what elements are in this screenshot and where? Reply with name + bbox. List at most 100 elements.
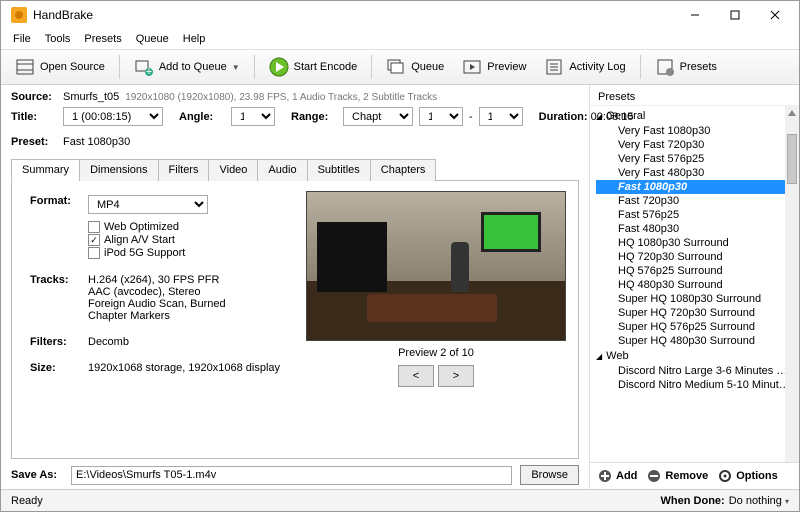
source-label: Source: [11,91,57,103]
when-done-select[interactable]: Do nothing ▾ [729,495,789,507]
maximize-button[interactable] [715,1,755,29]
tab-filters[interactable]: Filters [158,159,210,181]
size-value: 1920x1068 storage, 1920x1068 display [84,352,284,376]
preset-item[interactable]: Super HQ 720p30 Surround [596,306,793,320]
scrollbar[interactable] [785,106,799,462]
preset-item[interactable]: Very Fast 720p30 [596,138,793,152]
browse-button[interactable]: Browse [520,465,579,485]
preset-group-general[interactable]: ◢General [596,108,793,124]
angle-select[interactable]: 1 [231,107,275,126]
preset-item[interactable]: HQ 1080p30 Surround [596,236,793,250]
save-as-row: Save As: Browse [11,465,579,485]
title-label: Title: [11,111,57,123]
preset-item[interactable]: Super HQ 576p25 Surround [596,320,793,334]
track-line: H.264 (x264), 30 FPS PFR [88,274,280,286]
range-from-select[interactable]: 1 [419,107,463,126]
format-select[interactable]: MP4 [88,195,208,214]
log-icon [544,57,564,77]
preset-item[interactable]: HQ 480p30 Surround [596,278,793,292]
menu-help[interactable]: Help [177,31,212,47]
open-source-button[interactable]: Open Source [7,54,113,80]
size-label: Size: [26,352,82,376]
title-select[interactable]: 1 (00:08:15) [63,107,163,126]
format-label: Format: [26,193,82,216]
plus-icon [598,469,612,483]
presets-icon [655,57,675,77]
preset-item[interactable]: Super HQ 480p30 Surround [596,334,793,348]
tab-subtitles[interactable]: Subtitles [307,159,371,181]
web-optimized-checkbox[interactable]: Web Optimized [88,221,280,233]
tab-summary[interactable]: Summary [11,159,80,181]
ipod-checkbox[interactable]: iPod 5G Support [88,247,280,259]
film-icon [15,57,35,77]
preset-item[interactable]: HQ 576p25 Surround [596,264,793,278]
menu-tools[interactable]: Tools [39,31,77,47]
add-to-queue-button[interactable]: + Add to Queue ▼ [126,54,248,80]
minimize-button[interactable] [675,1,715,29]
source-row: Source: Smurfs_t05 1920x1080 (1920x1080)… [11,91,579,103]
preset-tree[interactable]: ◢General Very Fast 1080p30Very Fast 720p… [590,105,799,462]
preview-image [306,191,566,341]
preset-item[interactable]: Very Fast 480p30 [596,166,793,180]
preset-item[interactable]: Very Fast 576p25 [596,152,793,166]
preset-item[interactable]: Fast 1080p30 [596,180,793,194]
range-dash: - [469,111,473,123]
preview-button[interactable]: Preview [454,54,534,80]
preview-counter: Preview 2 of 10 [398,347,474,359]
preview-icon [462,57,482,77]
titlebar: HandBrake [1,1,799,29]
menu-presets[interactable]: Presets [78,31,127,47]
preset-item[interactable]: HQ 720p30 Surround [596,250,793,264]
preset-item[interactable]: Very Fast 1080p30 [596,124,793,138]
toolbar: Open Source + Add to Queue ▼ Start Encod… [1,49,799,85]
status-bar: Ready When Done: Do nothing ▾ [1,489,799,511]
tab-chapters[interactable]: Chapters [370,159,437,181]
preset-options-button[interactable]: Options [718,469,778,483]
preset-item[interactable]: Discord Nitro Large 3-6 Minutes 1080p [596,364,793,378]
tabs: Summary Dimensions Filters Video Audio S… [11,158,579,181]
preset-item[interactable]: Fast 720p30 [596,194,793,208]
save-as-label: Save As: [11,469,63,481]
expand-icon: ◢ [596,112,602,121]
tab-video[interactable]: Video [208,159,258,181]
preset-actions: Add Remove Options [590,462,799,489]
range-mode-select[interactable]: Chapters [343,107,413,126]
range-label: Range: [291,111,337,123]
preset-value: Fast 1080p30 [63,136,130,148]
angle-label: Angle: [179,111,225,123]
range-to-select[interactable]: 1 [479,107,523,126]
preset-item[interactable]: Fast 576p25 [596,208,793,222]
tab-audio[interactable]: Audio [257,159,307,181]
queue-label: Queue [411,61,444,73]
preset-row: Preset: Fast 1080p30 [11,136,579,148]
start-encode-button[interactable]: Start Encode [261,54,366,80]
close-button[interactable] [755,1,795,29]
preset-item[interactable]: Discord Nitro Medium 5-10 Minutes 72 [596,378,793,392]
remove-preset-button[interactable]: Remove [647,469,708,483]
separator [254,55,255,79]
svg-text:+: + [146,66,152,77]
menu-file[interactable]: File [7,31,37,47]
queue-button[interactable]: Queue [378,54,452,80]
add-preset-button[interactable]: Add [598,469,637,483]
preset-group-web[interactable]: ◢Web [596,348,793,364]
menu-queue[interactable]: Queue [130,31,175,47]
presets-label: Presets [680,61,717,73]
app-icon [11,7,27,23]
preset-item[interactable]: Fast 480p30 [596,222,793,236]
presets-button[interactable]: Presets [647,54,725,80]
separator [371,55,372,79]
preview-prev-button[interactable]: < [398,365,434,387]
add-to-queue-label: Add to Queue [159,61,227,73]
preset-label: Preset: [11,136,57,148]
preview-next-button[interactable]: > [438,365,474,387]
start-encode-label: Start Encode [294,61,358,73]
align-av-checkbox[interactable]: ✓Align A/V Start [88,234,280,246]
preset-item[interactable]: Super HQ 1080p30 Surround [596,292,793,306]
save-as-input[interactable] [71,466,512,485]
activity-log-label: Activity Log [569,61,625,73]
open-source-label: Open Source [40,61,105,73]
expand-icon: ◢ [596,352,602,361]
tab-dimensions[interactable]: Dimensions [79,159,158,181]
activity-log-button[interactable]: Activity Log [536,54,633,80]
